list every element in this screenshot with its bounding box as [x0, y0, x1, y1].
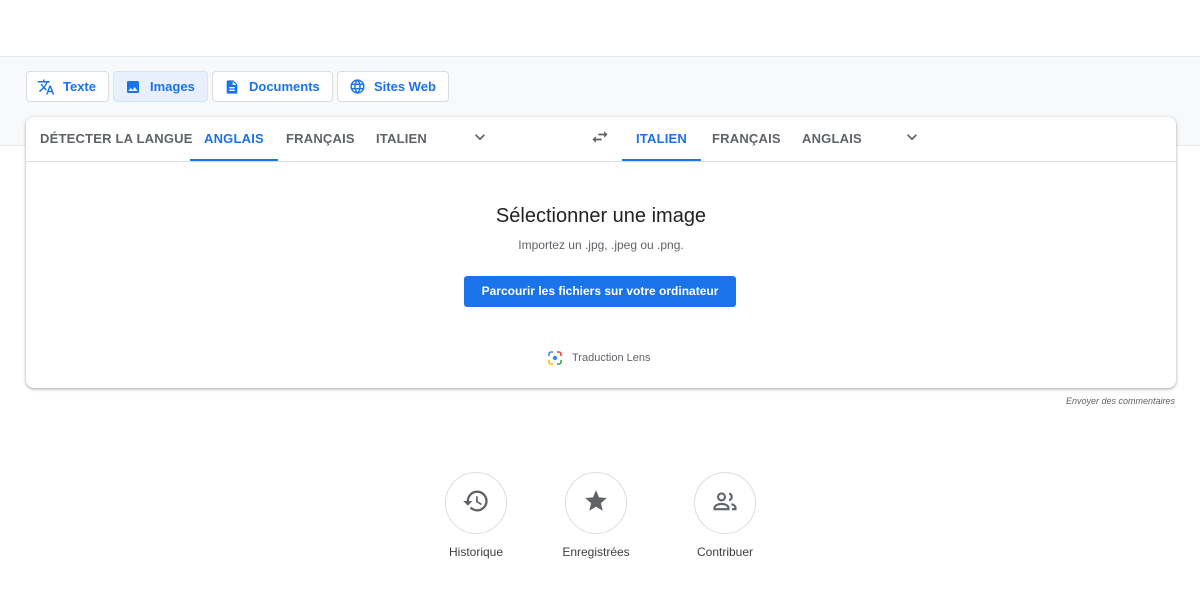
mode-button-label: Texte	[63, 79, 96, 94]
upload-title: Sélectionner une image	[495, 205, 707, 227]
translate-icon	[37, 78, 55, 96]
history-circle	[445, 472, 507, 534]
globe-icon	[348, 78, 366, 96]
contribute-label: Contribuer	[696, 545, 754, 559]
saved-button[interactable]: Enregistrées	[546, 472, 646, 559]
mode-button-label: Images	[150, 79, 195, 94]
mode-button-websites[interactable]: Sites Web	[337, 71, 449, 102]
swap-icon	[590, 127, 610, 152]
target-lang-italian[interactable]: ITALIEN	[622, 117, 701, 161]
language-bar: DÉTECTER LA LANGUE ANGLAIS FRANÇAIS ITAL…	[26, 117, 1176, 162]
upload-subtitle: Importez un .jpg, .jpeg ou .png.	[518, 238, 684, 252]
source-lang-italian[interactable]: ITALIEN	[376, 117, 427, 161]
lens-translation-link[interactable]: Traduction Lens	[548, 350, 650, 366]
send-feedback-link[interactable]: Envoyer des commentaires	[1066, 396, 1175, 406]
source-lang-more-button[interactable]	[468, 127, 492, 151]
swap-languages-button[interactable]	[588, 127, 612, 151]
history-label: Historique	[448, 545, 504, 559]
mode-button-label: Sites Web	[374, 79, 436, 94]
chevron-down-icon	[902, 127, 922, 152]
mode-button-documents[interactable]: Documents	[212, 71, 333, 102]
history-icon	[462, 487, 490, 520]
people-icon	[711, 487, 739, 520]
saved-label: Enregistrées	[562, 545, 630, 559]
star-icon	[583, 488, 609, 519]
document-icon	[223, 78, 241, 96]
google-lens-icon	[548, 351, 562, 365]
target-lang-more-button[interactable]	[900, 127, 924, 151]
source-lang-english[interactable]: ANGLAIS	[190, 117, 278, 161]
translation-card: DÉTECTER LA LANGUE ANGLAIS FRANÇAIS ITAL…	[26, 117, 1176, 388]
lens-translation-label: Traduction Lens	[572, 352, 651, 364]
history-button[interactable]: Historique	[426, 472, 526, 559]
target-lang-english[interactable]: ANGLAIS	[802, 117, 862, 161]
mode-button-label: Documents	[249, 79, 320, 94]
saved-circle	[565, 472, 627, 534]
mode-button-images[interactable]: Images	[113, 71, 208, 102]
browse-files-button[interactable]: Parcourir les fichiers sur votre ordinat…	[464, 276, 736, 307]
mode-button-text[interactable]: Texte	[26, 71, 109, 102]
target-lang-french[interactable]: FRANÇAIS	[712, 117, 781, 161]
source-lang-detect[interactable]: DÉTECTER LA LANGUE	[40, 117, 193, 161]
source-lang-french[interactable]: FRANÇAIS	[286, 117, 355, 161]
contribute-circle	[694, 472, 756, 534]
contribute-button[interactable]: Contribuer	[675, 472, 775, 559]
image-icon	[124, 78, 142, 96]
chevron-down-icon	[470, 127, 490, 152]
